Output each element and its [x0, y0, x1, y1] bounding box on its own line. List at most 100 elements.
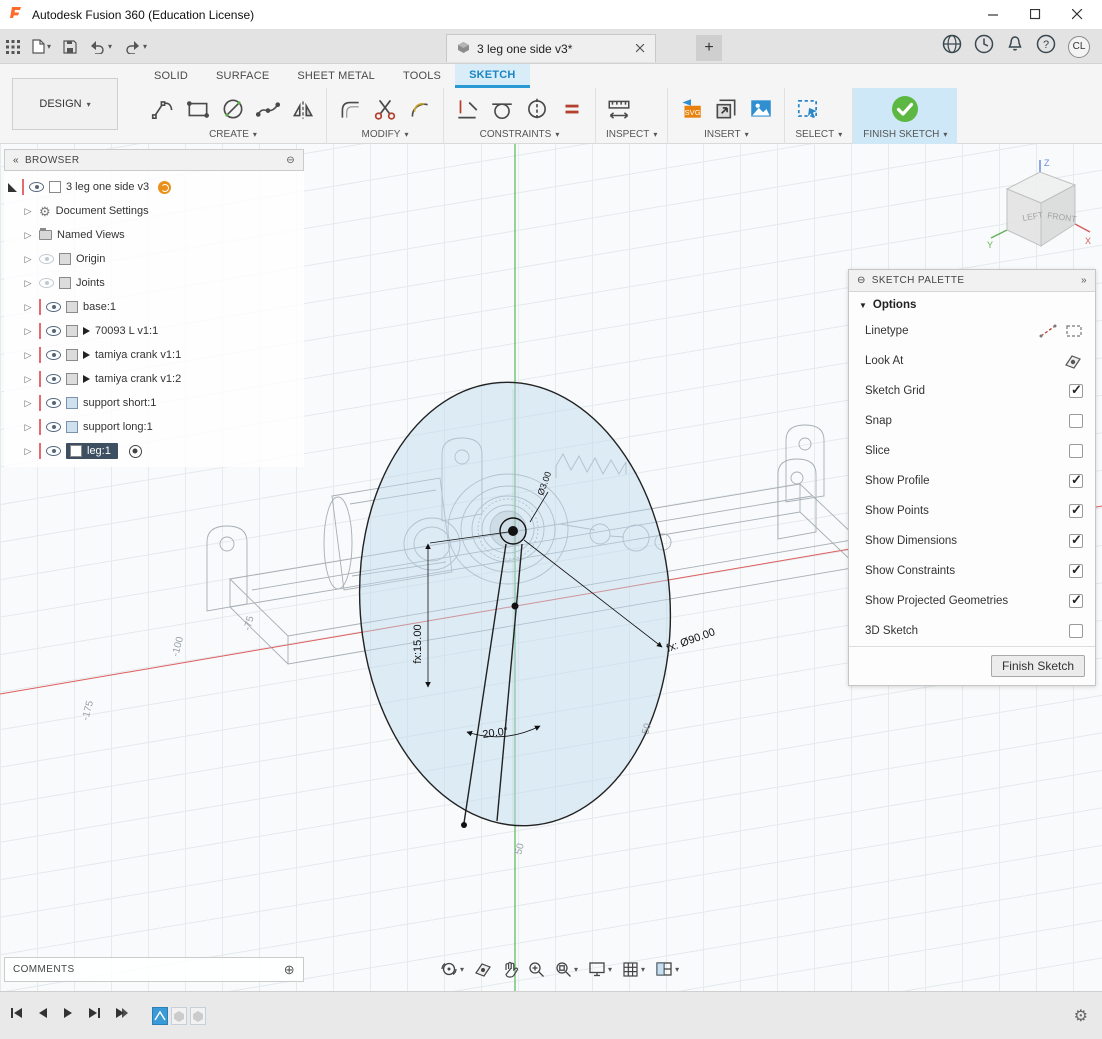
redo-icon[interactable]: ▾	[124, 40, 147, 54]
timeline-component-marker[interactable]	[190, 1007, 206, 1025]
visibility-eye-icon[interactable]	[46, 326, 61, 336]
insert-group-label[interactable]: INSERT▾	[678, 127, 774, 141]
finish-sketch-button[interactable]: Finish Sketch	[991, 655, 1085, 677]
tab-tools[interactable]: TOOLS	[389, 64, 455, 88]
offset-tool-icon[interactable]	[407, 96, 433, 122]
row-label[interactable]: Origin	[76, 253, 105, 265]
expand-arrow-icon[interactable]: ▷	[22, 302, 34, 313]
expand-arrow-icon[interactable]: ▷	[22, 254, 34, 265]
timeline-sketch-marker-selected[interactable]	[152, 1007, 168, 1025]
select-group-label[interactable]: SELECT▾	[795, 127, 842, 141]
circle-minus-icon[interactable]: ⊖	[857, 275, 866, 286]
expand-arrow-icon[interactable]: ▷	[22, 206, 34, 217]
finish-sketch-label[interactable]: FINISH SKETCH▾	[863, 127, 947, 141]
tab-close-icon[interactable]	[636, 42, 645, 56]
horizontal-vertical-constraint-icon[interactable]	[454, 96, 480, 122]
update-badge-icon[interactable]	[158, 181, 171, 194]
browser-row-support-short[interactable]: ▷ support short:1	[4, 391, 304, 415]
model-canvas[interactable]: fx: Ø90.00 fx:15.00 20.0° Ø3.00 -175 -10…	[0, 144, 1102, 991]
inspect-group-label[interactable]: INSPECT▾	[606, 127, 657, 141]
go-to-start-button[interactable]	[10, 1006, 24, 1025]
tangent-constraint-icon[interactable]	[489, 96, 515, 122]
browser-row-base[interactable]: ▷ base:1	[4, 295, 304, 319]
file-menu-icon[interactable]: ▾	[32, 39, 51, 54]
go-to-end-button[interactable]	[114, 1006, 130, 1025]
row-label[interactable]: tamiya crank v1:2	[95, 373, 181, 385]
comments-bar[interactable]: COMMENTS ⊕	[4, 957, 304, 982]
timeline-settings-gear-icon[interactable]: ⚙	[1074, 1006, 1088, 1026]
3d-sketch-checkbox[interactable]	[1069, 624, 1083, 638]
viewports-icon[interactable]: ▾	[655, 961, 679, 977]
grid-display-icon[interactable]: ▾	[622, 961, 645, 978]
fillet-tool-icon[interactable]	[337, 96, 363, 122]
show-dimensions-checkbox[interactable]	[1069, 534, 1083, 548]
row-label[interactable]: Document Settings	[56, 205, 149, 217]
orbit-icon[interactable]: ▾	[440, 960, 464, 978]
extensions-icon[interactable]	[942, 34, 962, 59]
tab-sketch[interactable]: SKETCH	[455, 64, 529, 88]
step-forward-button[interactable]	[87, 1006, 101, 1025]
equal-constraint-icon[interactable]	[559, 96, 585, 122]
browser-root-row[interactable]: 3 leg one side v3	[4, 175, 304, 199]
visibility-eye-icon[interactable]	[46, 350, 61, 360]
maximize-button[interactable]	[1018, 3, 1052, 27]
expand-arrow-icon[interactable]: ▷	[22, 278, 34, 289]
expand-panel-icon[interactable]: »	[1081, 275, 1087, 286]
browser-row-tamiya-crank-1[interactable]: ▷ tamiya crank v1:1	[4, 343, 304, 367]
visibility-eye-icon[interactable]	[46, 446, 61, 456]
row-label[interactable]: support long:1	[83, 421, 153, 433]
expand-arrow-icon[interactable]: ▷	[22, 398, 34, 409]
add-comment-icon[interactable]: ⊕	[284, 962, 295, 978]
line-tool-icon[interactable]	[150, 96, 176, 122]
modify-group-label[interactable]: MODIFY▾	[337, 127, 433, 141]
browser-header[interactable]: « BROWSER ⊖	[4, 149, 304, 171]
show-points-checkbox[interactable]	[1069, 504, 1083, 518]
options-section-header[interactable]: ▼ Options	[849, 292, 1095, 316]
browser-row-named-views[interactable]: ▷ Named Views	[4, 223, 304, 247]
help-icon[interactable]: ?	[1036, 34, 1056, 59]
visibility-eye-icon[interactable]	[46, 374, 61, 384]
document-tab[interactable]: 3 leg one side v3*	[446, 34, 656, 62]
look-at-icon[interactable]	[1063, 353, 1083, 369]
job-status-icon[interactable]	[974, 34, 994, 59]
workspace-selector[interactable]: DESIGN ▾	[12, 78, 118, 130]
display-settings-icon[interactable]: ▾	[588, 961, 612, 977]
spline-tool-icon[interactable]	[255, 96, 281, 122]
circle-minus-icon[interactable]: ⊖	[286, 155, 295, 166]
visibility-eye-icon[interactable]	[39, 254, 54, 264]
minimize-button[interactable]	[976, 3, 1010, 27]
selected-row-chip[interactable]: leg:1	[66, 443, 118, 459]
browser-row-leg-selected[interactable]: ▷ leg:1	[4, 439, 304, 463]
show-projected-checkbox[interactable]	[1069, 594, 1083, 608]
view-cube[interactable]: Z Y X LEFT FRONT	[985, 156, 1095, 256]
step-back-button[interactable]	[37, 1006, 49, 1025]
insert-decal-icon[interactable]	[713, 96, 739, 122]
row-label[interactable]: leg:1	[87, 445, 111, 457]
notifications-bell-icon[interactable]	[1006, 35, 1024, 59]
visibility-eye-icon[interactable]	[29, 182, 44, 192]
browser-row-tamiya-crank-2[interactable]: ▷ tamiya crank v1:2	[4, 367, 304, 391]
expand-arrow-icon[interactable]: ▷	[22, 326, 34, 337]
visibility-eye-icon[interactable]	[46, 422, 61, 432]
timeline-component-marker[interactable]	[171, 1007, 187, 1025]
expand-arrow-icon[interactable]: ▷	[22, 230, 34, 241]
fit-icon[interactable]: ▾	[555, 961, 578, 978]
rectangle-tool-icon[interactable]	[185, 96, 211, 122]
tab-surface[interactable]: SURFACE	[202, 64, 283, 88]
browser-row-70093[interactable]: ▷ 70093 L v1:1	[4, 319, 304, 343]
row-label[interactable]: Joints	[76, 277, 105, 289]
select-window-icon[interactable]	[795, 96, 821, 122]
activate-component-radio[interactable]	[129, 445, 142, 458]
browser-row-support-long[interactable]: ▷ support long:1	[4, 415, 304, 439]
leg-end-point[interactable]	[461, 822, 467, 828]
row-label[interactable]: support short:1	[83, 397, 156, 409]
sketch-palette-header[interactable]: ⊖ SKETCH PALETTE »	[849, 270, 1095, 292]
tab-solid[interactable]: SOLID	[140, 64, 202, 88]
app-grid-icon[interactable]	[6, 40, 20, 54]
row-label[interactable]: Named Views	[57, 229, 125, 241]
expand-arrow-icon[interactable]: ▷	[22, 446, 34, 457]
slice-checkbox[interactable]	[1069, 444, 1083, 458]
constraints-group-label[interactable]: CONSTRAINTS▾	[454, 127, 585, 141]
circle-tool-icon[interactable]	[220, 96, 246, 122]
close-button[interactable]	[1060, 3, 1094, 27]
